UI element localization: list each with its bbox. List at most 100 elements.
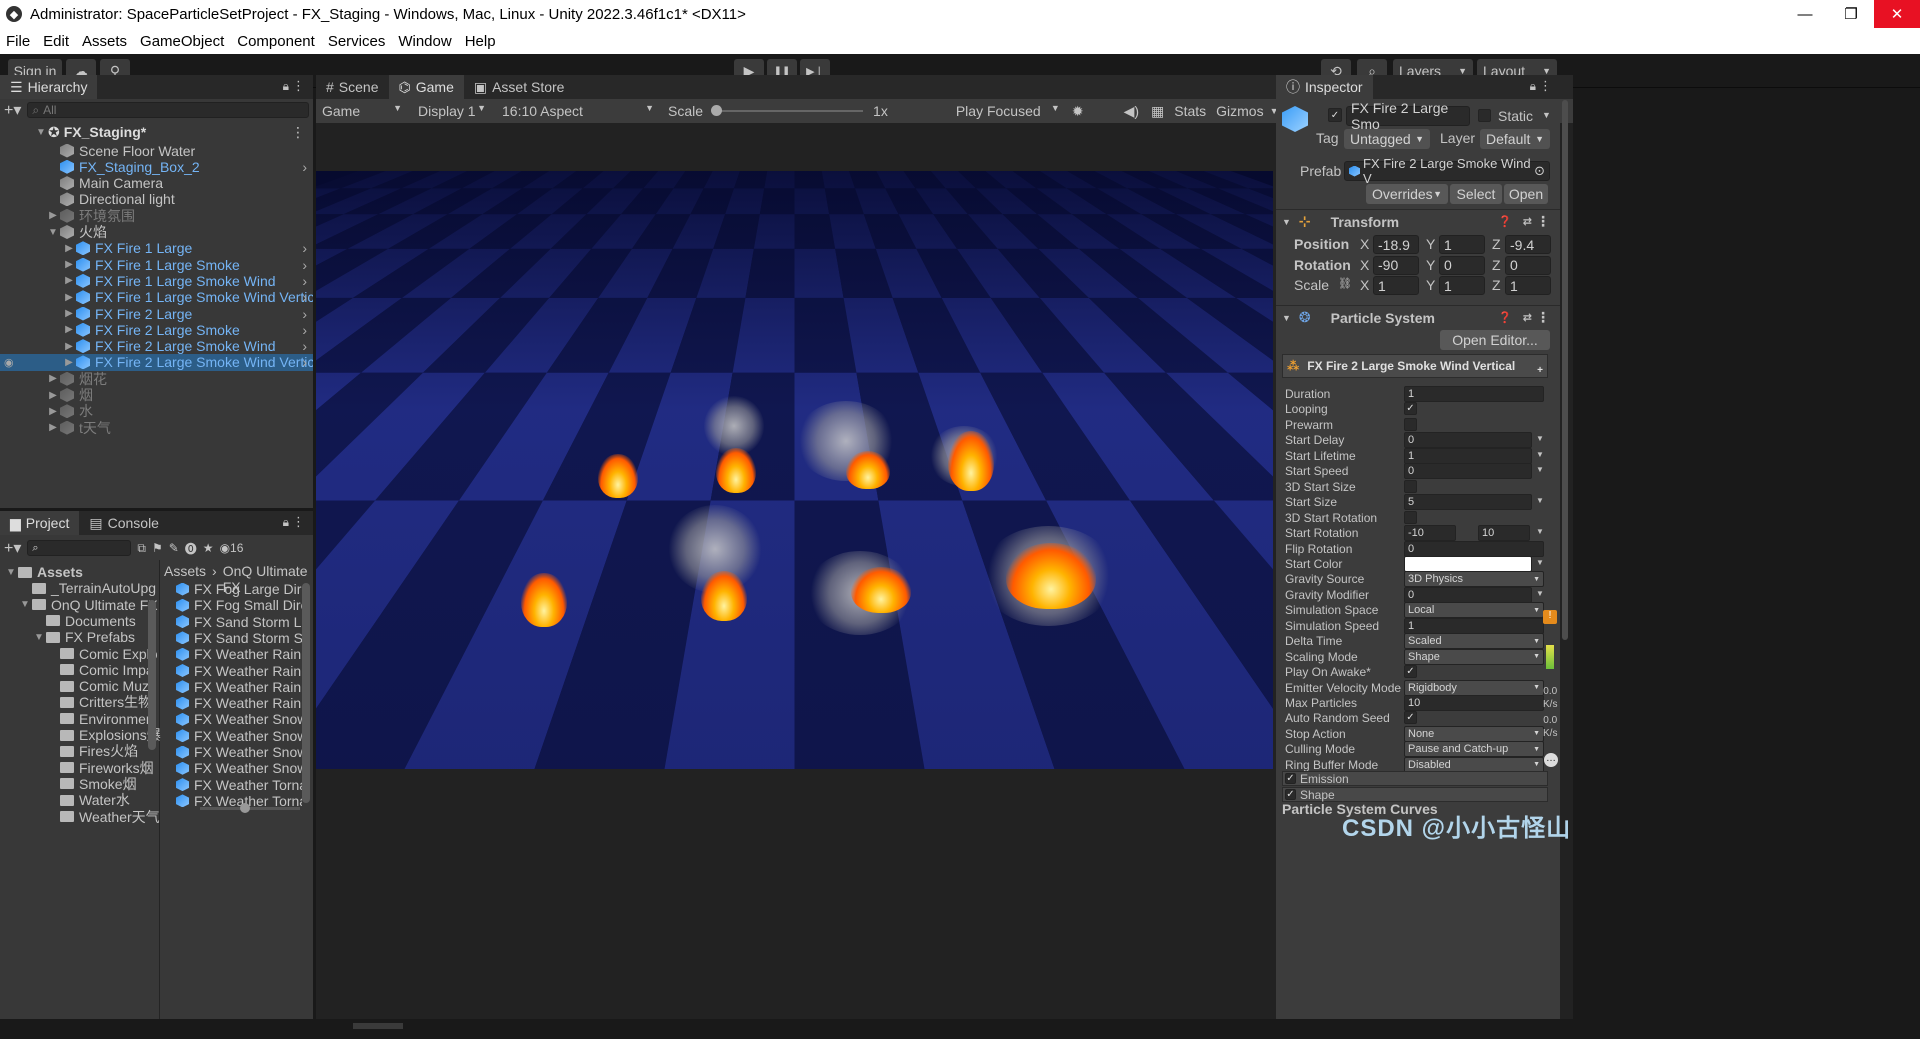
project-folder-item[interactable]: Documents <box>0 613 136 629</box>
particle-row-field[interactable]: 1 <box>1404 447 1532 464</box>
hierarchy-item[interactable]: ▶ FX Fire 1 Large Smoke Wind Vertic › <box>0 289 313 306</box>
tab-project[interactable]: ▆ Project <box>0 511 80 535</box>
project-file-item[interactable]: FX Sand Storm Sm <box>176 630 302 646</box>
target-icon[interactable]: ⊙ <box>1534 163 1545 179</box>
hierarchy-item[interactable]: ▶ FX Fire 1 Large › <box>0 240 313 257</box>
tab-hierarchy[interactable]: ☰ Hierarchy <box>0 75 98 99</box>
particle-row-field[interactable]: 10 <box>1404 695 1544 711</box>
chevron-right-icon[interactable]: ▶ <box>46 422 60 433</box>
particle-row-dropdown[interactable]: Scaled ▼ <box>1404 633 1544 650</box>
hierarchy-item[interactable]: ▶ FX Fire 2 Large Smoke Wind Vertic › ◉ <box>0 353 313 371</box>
chevron-right-icon[interactable]: ▶ <box>46 390 60 401</box>
menu-gameobject[interactable]: GameObject <box>140 33 224 50</box>
transform-header[interactable]: ▼ ⊹ Transform ❓ ⇄ ⋮ <box>1276 209 1560 233</box>
hierarchy-item[interactable]: ▶ 环境氛围 <box>0 207 313 224</box>
project-file-item[interactable]: FX Weather Rainin <box>176 663 302 679</box>
particle-row-field[interactable]: 5 <box>1404 494 1532 511</box>
module-checkbox[interactable]: ✓ <box>1285 773 1296 784</box>
preset-icon[interactable]: ⇄ <box>1523 215 1532 228</box>
overrides-dropdown[interactable]: Overrides ▼ <box>1366 184 1448 204</box>
chevron-down-icon[interactable]: ▼ <box>1536 465 1544 474</box>
particle-row-checkbox[interactable] <box>1404 479 1417 493</box>
project-folder-item[interactable]: Critters生物 <box>0 694 152 710</box>
project-folder-item[interactable]: _TerrainAutoUpg <box>0 580 156 596</box>
menu-component[interactable]: Component <box>237 33 315 50</box>
tree-scrollbar[interactable] <box>148 600 156 750</box>
more-icon[interactable]: ⋮ <box>1536 309 1550 326</box>
particle-row-dropdown[interactable]: Pause and Catch-up ▼ <box>1404 741 1544 758</box>
hierarchy-item[interactable]: ▶ FX Fire 1 Large Smoke Wind › <box>0 272 313 289</box>
particle-row-field[interactable]: 0 <box>1404 432 1532 449</box>
help-icon[interactable]: ❓ <box>1498 215 1512 228</box>
hierarchy-search-input[interactable]: ⌕ All <box>27 102 309 118</box>
preset-icon[interactable]: ⇄ <box>1523 311 1532 324</box>
lock-icon[interactable]: 🔒︎ <box>283 79 289 94</box>
particle-system-header[interactable]: ▼ ❂ Particle System ❓ ⇄ ⋮ <box>1276 305 1560 329</box>
stats-button[interactable]: Stats <box>1174 103 1206 119</box>
chevron-down-icon[interactable]: ▼ <box>1536 527 1544 536</box>
chevron-right-icon[interactable]: › <box>302 338 307 354</box>
game-mode-dropdown[interactable]: Game ▼ <box>316 103 408 119</box>
transform-position-z-field[interactable]: -9.4 <box>1505 235 1551 254</box>
particle-row-checkbox[interactable] <box>1404 417 1417 431</box>
game-viewport[interactable] <box>316 171 1273 769</box>
transform-position-x-field[interactable]: -18.9 <box>1373 235 1419 254</box>
project-folder-item[interactable]: Comic Explo <box>0 646 158 662</box>
project-file-item[interactable]: FX Weather Torna <box>176 777 302 793</box>
chevron-down-icon[interactable]: ▼ <box>1542 110 1551 120</box>
type-filter-icon[interactable]: ⚑ <box>152 541 163 555</box>
chevron-right-icon[interactable]: ▶ <box>62 324 76 335</box>
range-max-field[interactable]: 10 <box>1478 525 1530 542</box>
project-folder-item[interactable]: ▼ FX Prefabs <box>0 629 135 645</box>
transform-position-y-field[interactable]: 1 <box>1439 235 1485 254</box>
chevron-right-icon[interactable]: › <box>302 257 307 273</box>
particle-row-checkbox[interactable]: ✓ <box>1404 665 1417 679</box>
static-checkbox[interactable] <box>1478 109 1491 122</box>
chevron-down-icon[interactable]: ▼ <box>1536 434 1544 443</box>
tag-dropdown[interactable]: Untagged ▼ <box>1344 129 1430 149</box>
tab-console[interactable]: ▤ Console <box>79 511 169 535</box>
menu-edit[interactable]: Edit <box>43 33 69 50</box>
hierarchy-item[interactable]: FX_Staging_Box_2 › <box>0 158 313 175</box>
project-file-item[interactable]: FX Weather Snowi <box>176 728 302 744</box>
lock-icon[interactable]: 🔒︎ <box>1530 79 1536 94</box>
filter-icon[interactable]: ⧉ <box>137 541 146 556</box>
particle-row-field[interactable]: 0 <box>1404 586 1532 603</box>
chevron-right-icon[interactable]: ▶ <box>62 357 76 368</box>
chevron-right-icon[interactable]: › <box>302 354 307 370</box>
tab-scene[interactable]: # Scene <box>316 75 389 99</box>
particle-row-field[interactable]: 1 <box>1404 617 1544 634</box>
particle-row-checkbox[interactable] <box>1404 510 1417 524</box>
more-icon[interactable]: ⋮ <box>292 78 305 94</box>
chevron-down-icon[interactable]: ▼ <box>1536 589 1544 598</box>
particle-row-dropdown[interactable]: Shape ▼ <box>1404 648 1544 665</box>
object-name-field[interactable]: FX Fire 2 Large Smo <box>1346 100 1470 132</box>
add-icon[interactable]: +▾ <box>4 100 21 120</box>
chevron-down-icon[interactable]: ▼ <box>32 632 46 643</box>
particle-row-checkbox[interactable]: ✓ <box>1404 402 1417 416</box>
prefab-field[interactable]: FX Fire 2 Large Smoke Wind V ⊙ <box>1344 156 1550 186</box>
scale-slider[interactable] <box>711 105 864 116</box>
close-button[interactable]: ✕ <box>1874 0 1920 28</box>
tab-game[interactable]: ⌬ Game <box>388 75 464 99</box>
chevron-down-icon[interactable]: ▼ <box>4 567 18 578</box>
hierarchy-item[interactable]: ▼ 火焰 <box>0 224 313 241</box>
particle-row-dropdown[interactable]: 3D Physics ▼ <box>1404 571 1544 588</box>
files-scrollbar[interactable] <box>302 583 310 803</box>
project-file-item[interactable]: FX Weather Snowi <box>176 760 302 776</box>
chevron-right-icon[interactable]: ▶ <box>62 243 76 254</box>
chevron-right-icon[interactable]: ▶ <box>62 259 76 270</box>
project-file-item[interactable]: FX Weather Snowi <box>176 744 302 760</box>
constrain-proportions-icon[interactable]: ⛓ <box>1338 277 1352 290</box>
particle-row-dropdown[interactable]: Local ▼ <box>1404 602 1544 619</box>
project-file-item[interactable]: FX Fog Small Direc <box>176 597 302 613</box>
scale-slider-knob[interactable] <box>711 105 723 116</box>
module-checkbox[interactable]: ✓ <box>1285 789 1296 800</box>
chevron-right-icon[interactable]: › <box>302 273 307 289</box>
particle-row-dropdown[interactable]: Rigidbody ▼ <box>1404 679 1544 696</box>
range-min-field[interactable]: -10 <box>1404 525 1456 542</box>
chevron-right-icon[interactable]: ▶ <box>46 373 60 384</box>
active-checkbox[interactable]: ✓ <box>1328 108 1342 122</box>
start-color-swatch[interactable] <box>1404 555 1532 572</box>
tab-inspector[interactable]: ⓘ Inspector <box>1276 75 1373 99</box>
